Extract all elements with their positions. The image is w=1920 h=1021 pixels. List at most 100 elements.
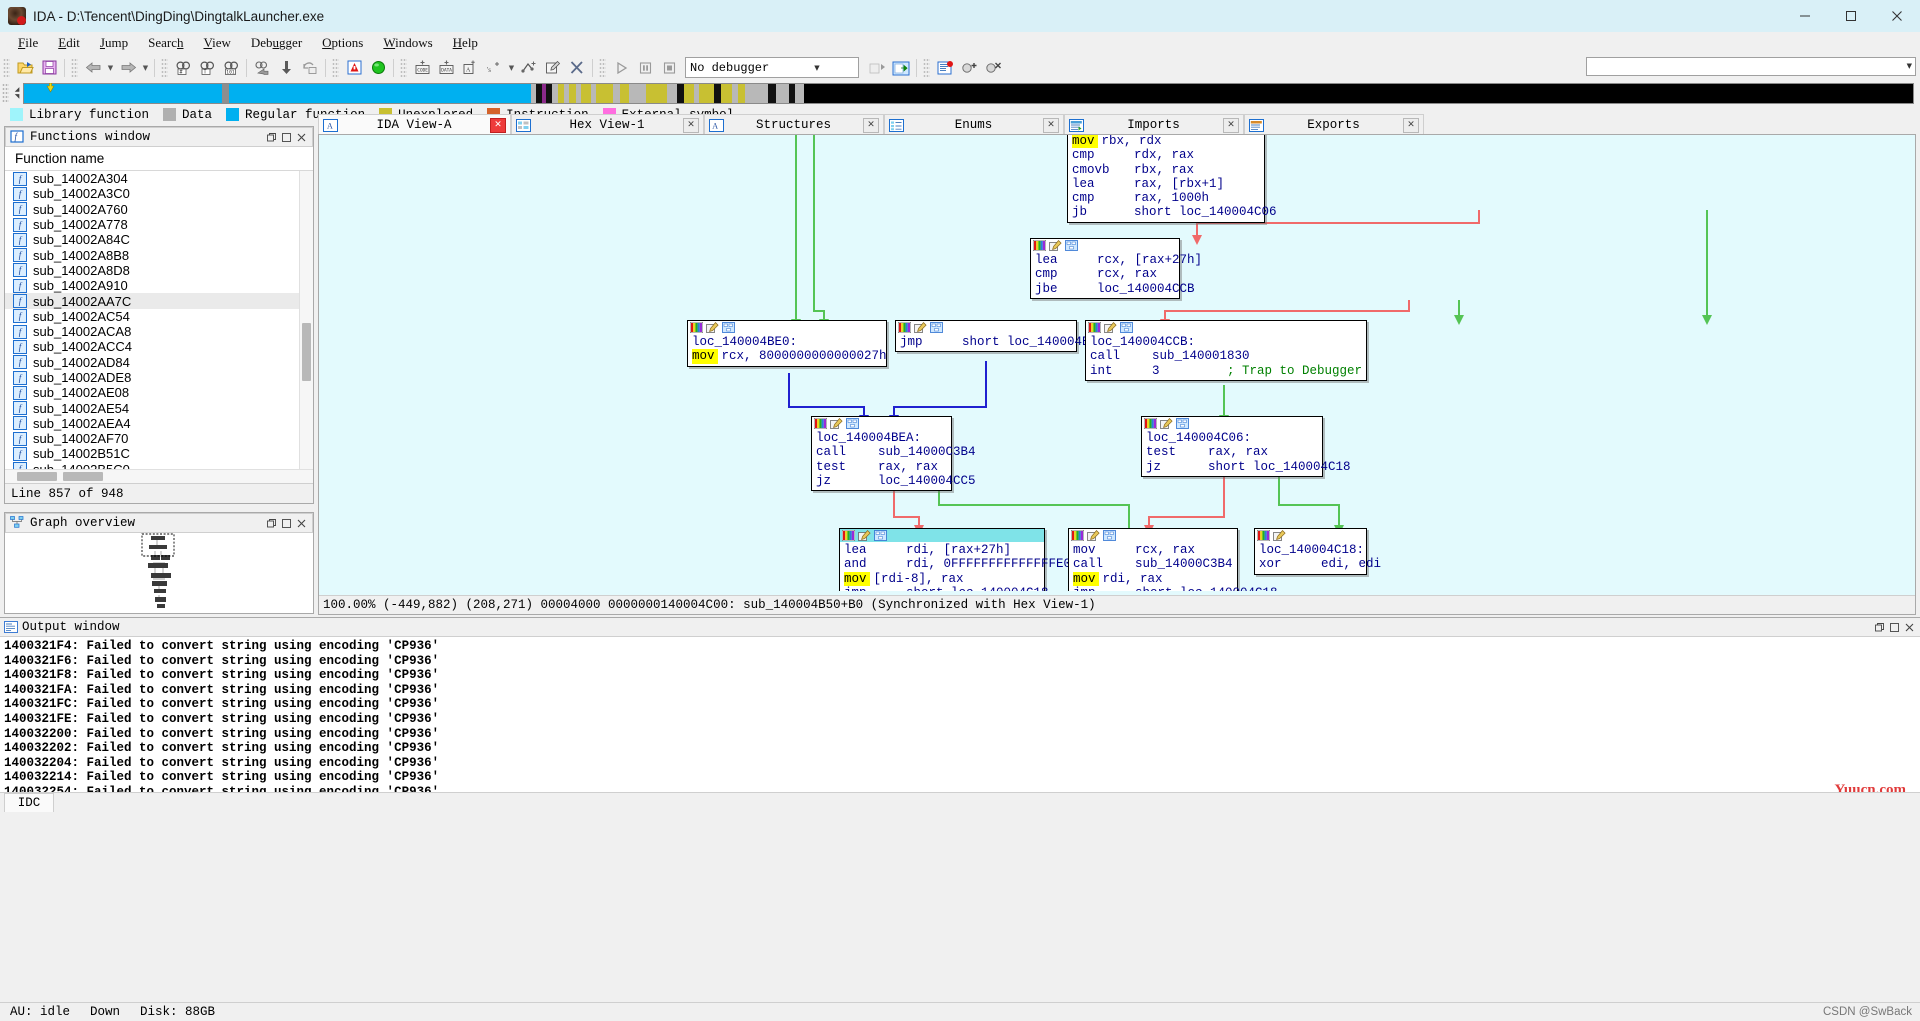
search-hash-icon[interactable]: # xyxy=(171,57,195,79)
close-icon[interactable]: ✕ xyxy=(683,117,699,133)
toolbar-grip-4[interactable] xyxy=(332,57,339,78)
jump-to-icon[interactable] xyxy=(250,57,274,79)
toolbar-grip-3[interactable] xyxy=(161,57,168,78)
group-node-icon[interactable] xyxy=(1176,418,1190,429)
tab-ida-view-a[interactable]: A IDA View-A ✕ xyxy=(318,114,511,135)
graph-overview-canvas[interactable] xyxy=(5,533,313,613)
tab-structures[interactable]: A Structures ✕ xyxy=(704,114,884,135)
add-breakpoint-icon[interactable] xyxy=(957,57,981,79)
color-palette-icon[interactable] xyxy=(1257,530,1271,541)
menu-windows[interactable]: Windows xyxy=(373,33,442,53)
list-item[interactable]: f sub_14002A760 xyxy=(5,202,313,217)
make-array-icon[interactable]: A xyxy=(458,57,482,79)
close-icon[interactable] xyxy=(294,516,309,530)
graph-node-loc-140004C18[interactable]: loc_140004C18: xor edi, edi xyxy=(1254,528,1381,575)
edit-node-icon[interactable] xyxy=(830,418,844,429)
list-item-selected[interactable]: f sub_14002AA7C xyxy=(5,293,313,309)
menu-debugger[interactable]: Debugger xyxy=(241,33,312,53)
list-item[interactable]: f sub_14002AE54 xyxy=(5,400,313,416)
menu-file[interactable]: File xyxy=(8,33,48,53)
delete-x-icon[interactable] xyxy=(565,57,589,79)
functions-horizontal-scrollbar[interactable] xyxy=(5,469,313,483)
group-node-icon[interactable] xyxy=(846,418,860,429)
toolbar-extra-field[interactable]: ▼ xyxy=(1586,57,1916,76)
ida-red-triangle-icon[interactable] xyxy=(342,57,366,79)
make-struct-icon[interactable]: 's xyxy=(482,57,506,79)
group-node-icon[interactable] xyxy=(930,322,944,333)
edit-node-icon[interactable] xyxy=(706,322,720,333)
node-header[interactable] xyxy=(1086,321,1366,334)
list-item[interactable]: f sub_14002AC54 xyxy=(5,309,313,324)
float-icon[interactable] xyxy=(1887,620,1902,634)
node-header[interactable] xyxy=(896,321,1076,334)
undo-icon[interactable] xyxy=(298,57,322,79)
color-palette-icon[interactable] xyxy=(842,530,856,541)
edit-node-icon[interactable] xyxy=(1160,418,1174,429)
close-icon[interactable]: ✕ xyxy=(1403,117,1419,133)
menu-search[interactable]: Search xyxy=(138,33,193,53)
node-header[interactable] xyxy=(1255,529,1366,542)
graph-node-loc-140004C06[interactable]: loc_140004C06: test rax, rax jz short loc_… xyxy=(1141,416,1351,477)
struct-dropdown-icon[interactable]: ▼ xyxy=(506,57,517,79)
list-item[interactable]: f sub_14002ADE8 xyxy=(5,370,313,385)
float-icon[interactable] xyxy=(279,516,294,530)
color-palette-icon[interactable] xyxy=(1144,418,1158,429)
group-node-icon[interactable] xyxy=(722,322,736,333)
graph-node-loc-140004CCB[interactable]: loc_140004CCB: call sub_140001830 int 3 ; T… xyxy=(1085,320,1367,381)
tab-hex-view-1[interactable]: Hex View-1 ✕ xyxy=(511,114,704,135)
tab-imports[interactable]: Imports ✕ xyxy=(1064,114,1244,135)
forward-arrow-icon[interactable] xyxy=(116,57,140,79)
node-header[interactable] xyxy=(688,321,886,334)
navigation-band[interactable] xyxy=(23,82,1914,104)
graph-node-top[interactable]: mov rbx, rdx cmp rdx, rax cmovb rbx, rax le… xyxy=(1067,135,1277,223)
list-item[interactable]: f sub_14002A304 xyxy=(5,171,313,186)
chevron-down-icon[interactable]: ▼ xyxy=(772,64,858,72)
color-palette-icon[interactable] xyxy=(690,322,704,333)
debugger-select[interactable]: No debugger ▼ xyxy=(685,57,859,78)
list-item[interactable]: f sub_14002ACA8 xyxy=(5,324,313,339)
scrollbar-thumb-left[interactable] xyxy=(17,472,57,481)
toolbar-grip[interactable] xyxy=(3,57,10,78)
edit-node-icon[interactable] xyxy=(1273,530,1287,541)
group-node-icon[interactable] xyxy=(1103,530,1117,541)
restore-icon[interactable] xyxy=(264,516,279,530)
graph-node-bottom-lea-and-mov[interactable]: lea rdi, [rax+27h] and rdi, 0FFFFFFFFFFFFF… xyxy=(839,528,1079,591)
color-palette-icon[interactable] xyxy=(1071,530,1085,541)
list-item[interactable]: f sub_14002A84C xyxy=(5,232,313,247)
tab-exports[interactable]: Exports ✕ xyxy=(1244,114,1424,135)
functions-column-header[interactable]: Function name xyxy=(5,147,313,171)
minimize-button[interactable] xyxy=(1782,0,1828,32)
navband-grip[interactable] xyxy=(2,83,9,103)
toolbar-grip-5[interactable] xyxy=(400,57,407,78)
edit-node-icon[interactable] xyxy=(1049,240,1063,251)
list-item[interactable]: f sub_14002A3C0 xyxy=(5,186,313,201)
node-header[interactable] xyxy=(1069,529,1237,542)
graph-node-bottom-mov-call[interactable]: mov rcx, rax call sub_14000C3B4 mov rdi, ra… xyxy=(1068,528,1278,591)
restore-icon[interactable] xyxy=(1872,620,1887,634)
list-item[interactable]: f sub_14002A910 xyxy=(5,278,313,293)
graph-node-jmp[interactable]: jmp short loc_140004BEA xyxy=(895,320,1105,353)
functions-vertical-scrollbar[interactable] xyxy=(299,171,313,469)
close-icon[interactable]: ✕ xyxy=(1043,117,1059,133)
toolbar-grip-6[interactable] xyxy=(599,57,606,78)
float-icon[interactable] xyxy=(279,130,294,144)
color-palette-icon[interactable] xyxy=(1033,240,1047,251)
list-item[interactable]: f sub_14002A778 xyxy=(5,217,313,232)
close-icon[interactable]: ✕ xyxy=(1223,117,1239,133)
list-item[interactable]: f sub_14002B51C xyxy=(5,446,313,461)
run-icon[interactable] xyxy=(609,57,633,79)
navband-zoom-in-icon[interactable]: ◢ xyxy=(15,86,20,93)
ida-graph-view[interactable]: mov rbx, rdx cmp rdx, rax cmovb rbx, rax le… xyxy=(318,134,1916,615)
node-header[interactable] xyxy=(1142,417,1322,430)
tab-enums[interactable]: Enums ✕ xyxy=(884,114,1064,135)
make-code-icon[interactable]: CODE xyxy=(410,57,434,79)
forward-dropdown-icon[interactable]: ▼ xyxy=(140,57,151,79)
back-dropdown-icon[interactable]: ▼ xyxy=(105,57,116,79)
menu-help[interactable]: Help xyxy=(443,33,488,53)
stop-icon[interactable] xyxy=(657,57,681,79)
edit-node-icon[interactable] xyxy=(858,530,872,541)
tab-idc[interactable]: IDC xyxy=(4,793,54,812)
open-file-icon[interactable] xyxy=(13,57,37,79)
edit-node-icon[interactable] xyxy=(1087,530,1101,541)
green-circle-icon[interactable] xyxy=(366,57,390,79)
